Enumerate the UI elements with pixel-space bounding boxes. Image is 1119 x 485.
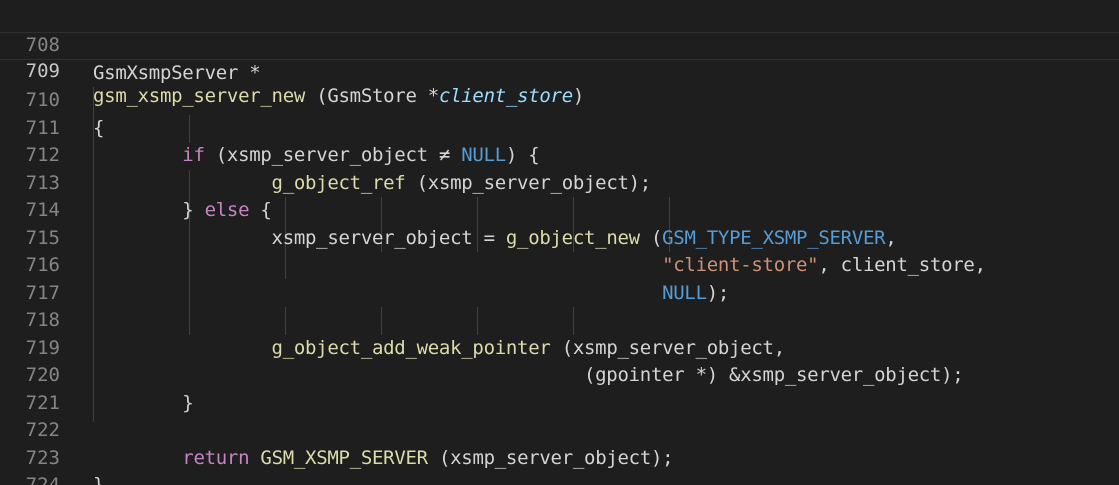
line-code: } — [93, 472, 104, 485]
code-line[interactable]: 722 return GSM_XSMP_SERVER (xsmp_server_… — [0, 390, 1119, 469]
code-line[interactable]: 709 gsm_xsmp_server_new (GsmStore *clien… — [0, 32, 1119, 107]
code-line[interactable]: 714 xsmp_server_object = g_object_new (G… — [0, 170, 1119, 249]
code-line[interactable]: 713 } else { — [0, 142, 1119, 222]
code-line[interactable]: 712 g_object_ref (xsmp_server_object); — [0, 115, 1119, 194]
line-number: 724 — [25, 474, 60, 485]
code-line[interactable]: 719 (gpointer *) &xsmp_server_object); — [0, 307, 1119, 387]
code-token: } — [93, 474, 105, 485]
code-line[interactable]: 720 } — [0, 335, 1119, 414]
code-line[interactable]: 723 } — [0, 417, 1119, 485]
code-line[interactable]: 708 GsmXsmpServer * — [0, 5, 1119, 84]
code-line[interactable]: 715 "client-store", client_store, — [0, 197, 1119, 277]
code-line[interactable]: 718 g_object_add_weak_pointer (xsmp_serv… — [0, 280, 1119, 359]
code-editor[interactable]: 708 GsmXsmpServer * 709 gsm_xsmp_server_… — [0, 0, 1119, 485]
code-line[interactable]: 716 NULL); — [0, 225, 1119, 304]
code-line[interactable]: 717 — [0, 252, 1119, 304]
code-line[interactable]: 710 { — [0, 60, 1119, 139]
code-line[interactable]: 724 — [0, 445, 1119, 485]
code-line[interactable]: 711 if (xsmp_server_object ≠ NULL) { — [0, 87, 1119, 167]
code-line[interactable]: 721 — [0, 362, 1119, 414]
